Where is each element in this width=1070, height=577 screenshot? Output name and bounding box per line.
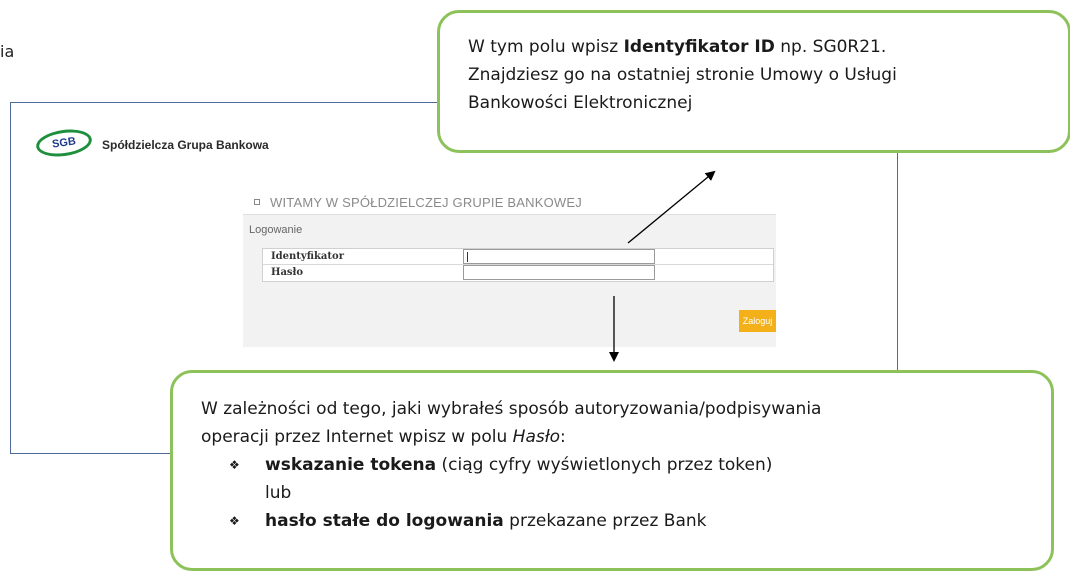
edge-text-fragment: ia <box>0 42 15 61</box>
callout-bottom-line2-prefix: operacji przez Internet wpisz w polu <box>201 427 513 447</box>
bullet1-continuation: lub <box>265 483 292 503</box>
identifier-callout: W tym polu wpisz Identyfikator ID np. SG… <box>437 10 1070 153</box>
callout-top-bold: Identyfikator ID <box>623 37 775 57</box>
callout-top-suffix: np. SG0R21. <box>774 37 887 57</box>
bullet2-bold: hasło stałe do logowania <box>265 511 504 531</box>
square-bullet-icon <box>254 199 260 205</box>
diamond-bullet-icon: ❖ <box>229 514 240 528</box>
bullet2-rest: przekazane przez Bank <box>503 511 707 531</box>
bullet1-rest: (ciąg cyfry wyświetlonych przez token) <box>436 455 773 475</box>
callout-top-line1: W tym polu wpisz Identyfikator ID np. SG… <box>468 33 1068 61</box>
callout-top-line2: Znajdziesz go na ostatniej stronie Umowy… <box>468 65 897 85</box>
password-callout: W zależności od tego, jaki wybrałeś spos… <box>170 370 1054 571</box>
password-input[interactable] <box>463 265 655 280</box>
list-item: ❖ wskazanie tokena (ciąg cyfry wyświetlo… <box>229 451 1051 507</box>
panel-title: WITAMY W SPÓŁDZIELCZEJ GRUPIE BANKOWEJ <box>270 195 582 210</box>
panel-header: WITAMY W SPÓŁDZIELCZEJ GRUPIE BANKOWEJ <box>243 187 776 215</box>
login-form-table: Identyfikator Hasło <box>262 248 774 282</box>
password-field-name: Hasło <box>512 427 560 447</box>
frame-border-bottom <box>10 453 180 454</box>
callout-bottom-line1: W zależności od tego, jaki wybrałeś spos… <box>201 399 822 419</box>
form-row-identifier: Identyfikator <box>263 249 773 265</box>
list-item: ❖ hasło stałe do logowania przekazane pr… <box>229 507 1051 535</box>
login-button[interactable]: Zaloguj <box>739 310 776 332</box>
identifier-label: Identyfikator <box>271 251 344 262</box>
callout-bottom-line2-suffix: : <box>560 427 566 447</box>
text-caret <box>467 252 468 262</box>
identifier-input[interactable] <box>463 249 655 264</box>
bullet1-bold: wskazanie tokena <box>265 455 437 475</box>
callout-top-line3: Bankowości Elektronicznej <box>468 93 693 113</box>
password-label: Hasło <box>271 267 304 278</box>
form-row-password: Hasło <box>263 265 773 281</box>
bank-name: Spółdzielcza Grupa Bankowa <box>102 138 269 152</box>
password-options-list: ❖ wskazanie tokena (ciąg cyfry wyświetlo… <box>229 451 1051 535</box>
logo-text: SGB <box>51 135 77 151</box>
callout-bottom-line2: operacji przez Internet wpisz w polu Has… <box>201 423 1051 451</box>
callout-top-prefix: W tym polu wpisz <box>468 37 624 57</box>
section-label: Logowanie <box>249 224 303 236</box>
login-panel: WITAMY W SPÓŁDZIELCZEJ GRUPIE BANKOWEJ L… <box>243 187 776 347</box>
diamond-bullet-icon: ❖ <box>229 458 240 472</box>
